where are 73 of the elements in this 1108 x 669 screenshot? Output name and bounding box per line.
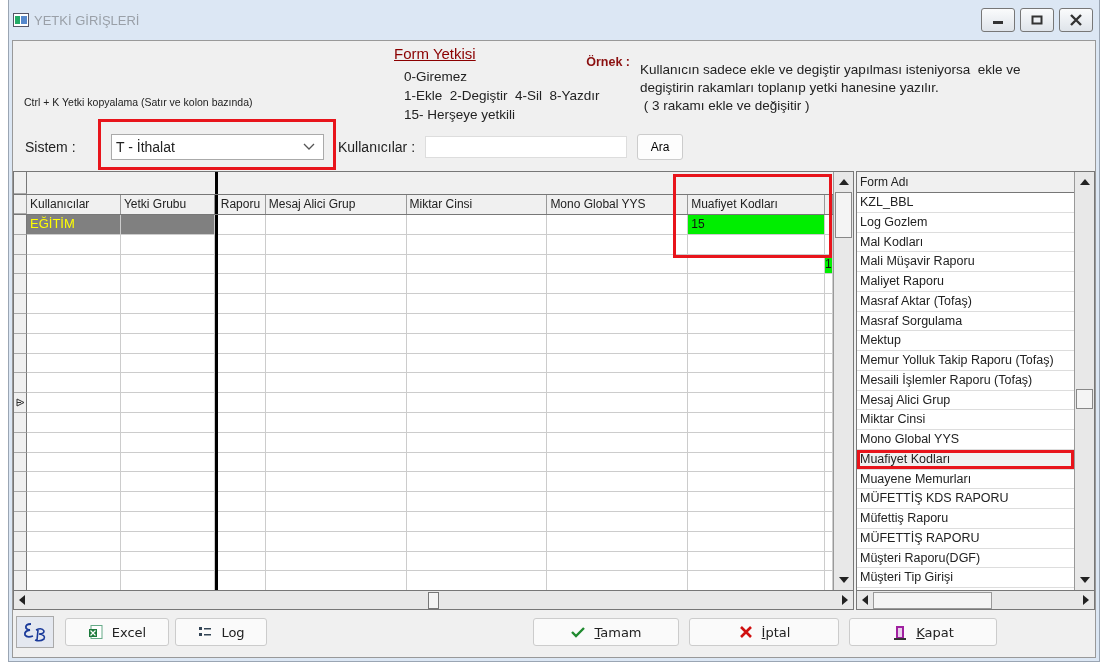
list-item[interactable]: Maliyet Raporu <box>857 272 1074 292</box>
table-cell: EĞİTİM <box>27 215 121 235</box>
list-item[interactable]: Miktar Cinsi <box>857 410 1074 430</box>
scrollbar[interactable] <box>833 172 853 590</box>
system-dropdown[interactable]: T - İthalat <box>111 134 324 160</box>
table-cell <box>217 373 266 394</box>
maximize-icon[interactable] <box>1031 15 1043 25</box>
column-header[interactable]: Kullanıcılar <box>27 195 121 214</box>
legend-text: 1-Ekle 2-Degiştir 4-Sil 8-Yazdır <box>404 87 601 105</box>
table-cell <box>217 294 266 314</box>
ok-button[interactable]: Tamam <box>533 618 679 646</box>
list-item[interactable]: Müşteri Tip Girişi <box>857 568 1074 588</box>
checkmark-icon <box>570 624 587 640</box>
door-exit-icon <box>892 624 909 640</box>
list-item[interactable]: Log Gozlem <box>857 212 1074 233</box>
example-label: Örnek : <box>585 55 631 69</box>
legend-text: 15- Herşeye yetkili <box>404 106 517 124</box>
app-icon <box>13 13 29 27</box>
chevron-icon <box>303 143 315 151</box>
example-text: Kullanıcın sadece ekle ve degiştir yapılması isteniyorsa ekle ve <box>640 61 1021 79</box>
list-item[interactable]: MÜFETTİŞ KDS RAPORU <box>857 489 1074 509</box>
logo-icon <box>22 621 48 643</box>
section-title: Form Yetkisi <box>393 44 477 64</box>
list-item[interactable]: MÜFETTİŞ RAPORU <box>857 528 1074 549</box>
list-item[interactable]: Müfettiş Raporu <box>857 509 1074 529</box>
list-item[interactable]: Muayene Memurları <box>857 469 1074 490</box>
table-cell <box>217 492 266 512</box>
scrollbar[interactable] <box>1074 172 1094 590</box>
table-cell: 15 <box>688 215 826 235</box>
example-text: degiştirin rakamları toplanıp yetki hanesine yazılır. <box>640 79 940 97</box>
scroll-thumb[interactable] <box>1076 388 1093 409</box>
users-field[interactable] <box>425 136 628 158</box>
close-icon[interactable] <box>1069 14 1083 26</box>
maximize-button[interactable] <box>1020 8 1054 32</box>
table-cell <box>217 393 266 413</box>
window-title: YETKİ GİRİŞLERİ <box>34 12 140 28</box>
close-button[interactable] <box>1059 8 1093 32</box>
table-cell <box>217 274 266 295</box>
table-cell <box>217 571 266 590</box>
scroll-thumb[interactable] <box>428 591 439 609</box>
list-item[interactable]: Mesaili İşlemler Raporu (Tofaş) <box>857 370 1074 391</box>
table-cell <box>217 472 266 493</box>
scroll-thumb[interactable] <box>873 591 992 609</box>
list-item[interactable]: Mektup <box>857 331 1074 351</box>
minimize-button[interactable] <box>981 8 1015 32</box>
hint-text: Ctrl + K Yetki kopyalama (Satır ve kolon bazında) <box>23 95 254 110</box>
excel-icon <box>87 624 104 640</box>
search-button[interactable]: Ara <box>637 134 684 160</box>
logo-button[interactable] <box>16 616 54 648</box>
list-item[interactable]: Mali Müşavir Raporu <box>857 252 1074 272</box>
excel-button[interactable]: Excel <box>65 618 169 646</box>
table-cell <box>217 215 266 235</box>
list-item[interactable]: Mesaj Alici Grup <box>857 390 1074 411</box>
scroll-thumb[interactable] <box>835 192 852 238</box>
example-text: ( 3 rakamı ekle ve değişitir ) <box>642 97 811 115</box>
list-item[interactable]: Müşteri Raporu(DGF) <box>857 548 1074 569</box>
field-label: Sistem : <box>25 139 77 155</box>
log-button[interactable]: Log <box>175 618 267 646</box>
close-icon <box>737 624 754 640</box>
column-header[interactable]: Form Adı <box>857 172 1074 193</box>
list-item[interactable]: Mono Global YYS <box>857 430 1074 450</box>
field-label: Kullanıcılar : <box>338 139 416 155</box>
list-item[interactable]: Masraf Sorgulama <box>857 311 1074 332</box>
scrollbar[interactable] <box>856 590 1095 610</box>
list-item[interactable]: KZL_BBL <box>857 193 1074 213</box>
list-item[interactable]: Masraf Aktar (Tofaş) <box>857 291 1074 312</box>
list-item[interactable]: Mal Kodları <box>857 232 1074 253</box>
legend-text: 0-Giremez <box>404 68 468 86</box>
list-item[interactable]: Muafiyet Kodları <box>857 449 1074 470</box>
cancel-button[interactable]: İptal <box>689 618 839 646</box>
close-form-button[interactable]: Kapat <box>849 618 997 646</box>
list-item[interactable]: Memur Yolluk Takip Raporu (Tofaş) <box>857 351 1074 371</box>
scrollbar[interactable] <box>13 590 854 610</box>
